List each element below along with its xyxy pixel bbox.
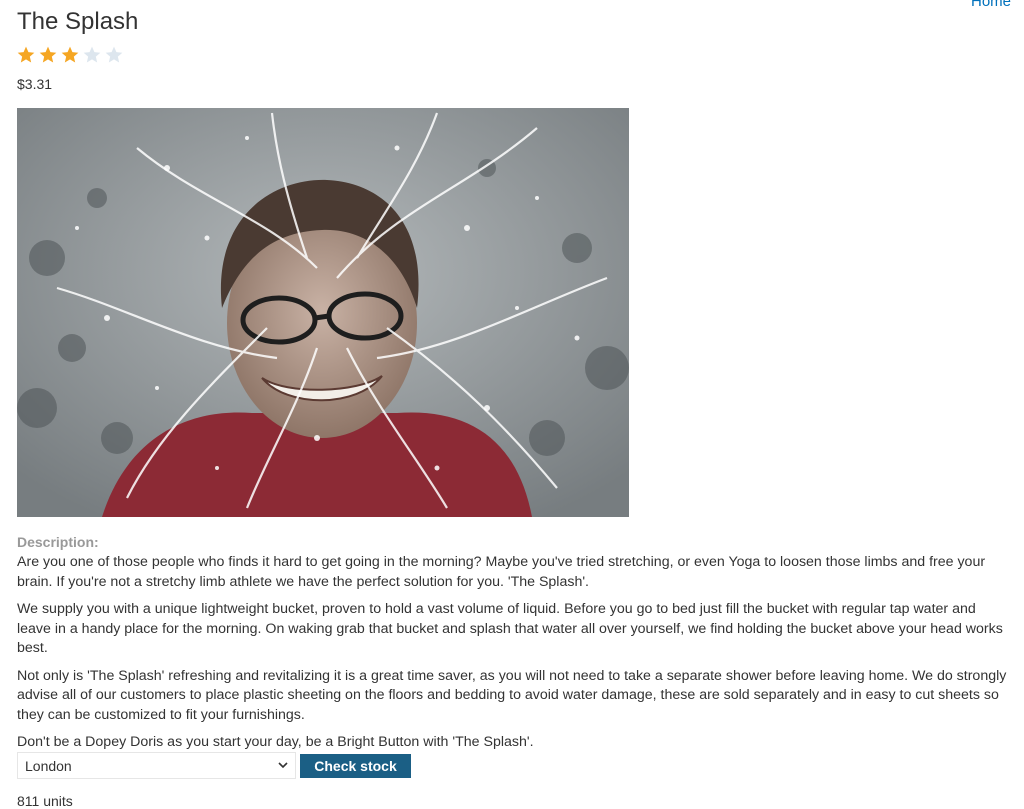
star-empty-icon [105, 46, 123, 63]
description-paragraph: Don't be a Dopey Doris as you start your… [17, 734, 534, 750]
description-label: Description: [17, 534, 99, 550]
star-empty-icon [83, 46, 101, 63]
store-select[interactable]: London [17, 752, 296, 779]
stock-result: 811 units [17, 793, 73, 809]
chevron-down-icon [278, 762, 288, 769]
star-filled-icon [61, 46, 79, 63]
description-paragraph: Are you one of those people who finds it… [17, 554, 986, 590]
product-title: The Splash [17, 8, 139, 35]
description-paragraph: We supply you with a unique lightweight … [17, 601, 1003, 656]
product-image [17, 108, 629, 517]
stock-check-form: London Check stock [17, 752, 411, 779]
description-paragraph: Not only is 'The Splash' refreshing and … [17, 667, 1007, 723]
star-filled-icon [17, 46, 35, 63]
store-select-value: London [25, 757, 72, 774]
star-filled-icon [39, 46, 57, 63]
product-description: Are you one of those people who finds it… [17, 553, 1013, 761]
check-stock-button[interactable]: Check stock [300, 753, 411, 778]
product-price: $3.31 [17, 76, 53, 92]
star-rating [16, 45, 124, 65]
home-link[interactable]: Home [971, 0, 1011, 10]
